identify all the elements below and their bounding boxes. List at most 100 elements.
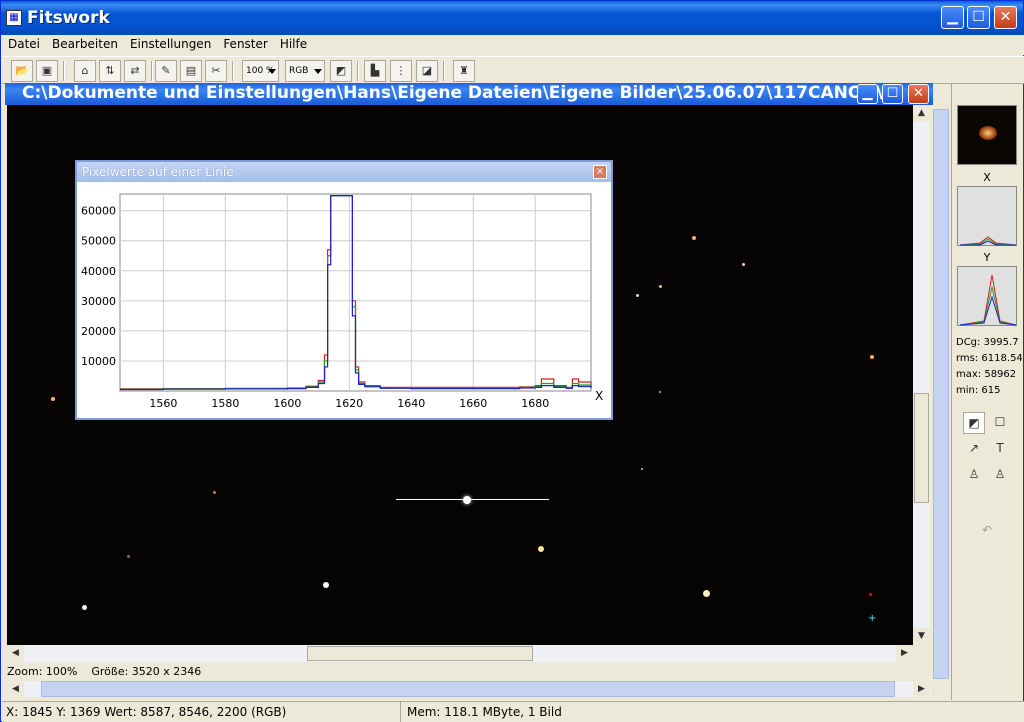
stamp2-tool-icon[interactable]: ♙ — [989, 464, 1011, 486]
stack-icon[interactable]: ⌂ — [74, 60, 96, 82]
x-tick-label: 1640 — [397, 397, 425, 410]
image-window-title-bar[interactable]: C:\Dokumente und Einstellungen\Hans\Eige… — [5, 83, 933, 105]
x-tick-label: 1660 — [459, 397, 487, 410]
star — [641, 468, 643, 470]
minimize-button[interactable]: ▁ — [941, 6, 964, 29]
crosshair-icon: + — [868, 613, 877, 624]
x-tick-label: 1600 — [273, 397, 301, 410]
scroll-left-icon[interactable]: ◀ — [7, 645, 24, 662]
star — [213, 491, 216, 494]
vertical-scroll-thumb[interactable] — [914, 393, 929, 503]
zoom-readout: Zoom: 100% — [7, 665, 78, 678]
scroll-right-icon[interactable]: ▶ — [896, 645, 913, 662]
channel-select[interactable]: RGB — [285, 60, 325, 82]
status-bar: X: 1845 Y: 1369 Wert: 8587, 8546, 2200 (… — [2, 701, 1024, 722]
outer-scroll-left-icon[interactable]: ◀ — [7, 681, 24, 697]
histogram-icon[interactable]: ▙ — [364, 60, 386, 82]
save-icon[interactable]: ▣ — [36, 60, 58, 82]
max-value: max: 58962 — [956, 369, 1017, 380]
star — [869, 593, 872, 596]
tool-icon[interactable]: ♜ — [453, 60, 475, 82]
window-title: Fitswork — [27, 8, 110, 28]
memory-readout: Mem: 118.1 MByte, 1 Bild — [400, 702, 568, 722]
y-tick-label: 20000 — [81, 325, 116, 338]
y-tick-label: 10000 — [81, 355, 116, 368]
open-icon[interactable]: 📂 — [11, 60, 33, 82]
analysis-panel: X Y DCg: 3995.7 rms: 6118.54 max: 58962 … — [951, 84, 1023, 700]
close-button[interactable]: ✕ — [994, 6, 1017, 29]
scroll-down-icon[interactable]: ▼ — [913, 628, 930, 645]
x-marker-label: X — [595, 389, 603, 403]
color-icon[interactable]: ◩ — [330, 60, 352, 82]
cut-icon[interactable]: ✂ — [205, 60, 227, 82]
arrow-tool-icon[interactable]: ↗ — [963, 438, 985, 460]
star — [538, 546, 544, 552]
x-tick-label: 1620 — [335, 397, 363, 410]
star — [742, 263, 745, 266]
convert-icon[interactable]: ⇄ — [124, 60, 146, 82]
rectangle-tool-icon[interactable]: ☐ — [989, 412, 1011, 434]
star — [659, 285, 662, 288]
y-tick-label: 60000 — [81, 205, 116, 218]
star-preview — [957, 105, 1017, 165]
title-bar[interactable]: ▦ Fitswork ▁ ☐ ✕ — [1, 1, 1023, 35]
dcg-value: DCg: 3995.7 — [956, 337, 1019, 348]
profile-line[interactable] — [396, 499, 549, 500]
menu-einstellungen[interactable]: Einstellungen — [124, 35, 217, 53]
undo-icon[interactable]: ↶ — [976, 520, 998, 542]
stamp-tool-icon[interactable]: ♙ — [963, 464, 985, 486]
batch-icon[interactable]: ⇅ — [99, 60, 121, 82]
pixel-profile-chart: 1560 1580 1600 1620 1640 1660 1680 10000 20000 30… — [81, 193, 603, 410]
horizontal-scrollbar[interactable]: ◀ ▶ — [7, 645, 913, 662]
cursor-readout: X: 1845 Y: 1369 Wert: 8587, 8546, 2200 (… — [6, 705, 287, 719]
star — [636, 294, 639, 297]
star — [463, 496, 471, 504]
child-close-button[interactable]: ✕ — [908, 84, 929, 104]
vertical-scrollbar[interactable]: ▲ ▼ — [913, 105, 930, 645]
channel-value: RGB — [289, 66, 309, 76]
x-profile-label: X — [983, 171, 991, 184]
outer-vertical-scrollbar[interactable] — [933, 109, 949, 679]
toolbar: 📂 ▣ ⌂ ⇅ ⇄ ✎ ▤ ✂ 100 % RGB ◩ ▙ ⋮ ◪ ♜ — [2, 56, 1024, 84]
scroll-up-icon[interactable]: ▲ — [913, 105, 930, 122]
graph-icon[interactable]: ◪ — [416, 60, 438, 82]
x-tick-label: 1560 — [149, 397, 177, 410]
menu-datei[interactable]: Datei — [2, 35, 46, 53]
image-window-title: C:\Dokumente und Einstellungen\Hans\Eige… — [22, 83, 903, 103]
y-tick-label: 50000 — [81, 235, 116, 248]
y-profile-label: Y — [983, 251, 991, 264]
maximize-button[interactable]: ☐ — [967, 6, 990, 29]
x-tick-label: 1680 — [521, 397, 549, 410]
outer-vertical-thumb[interactable] — [933, 109, 949, 679]
text-tool-icon[interactable]: T — [989, 438, 1011, 460]
levels-icon[interactable]: ⋮ — [390, 60, 412, 82]
menu-hilfe[interactable]: Hilfe — [274, 35, 313, 53]
star — [659, 391, 661, 393]
size-readout: Größe: 3520 x 2346 — [91, 665, 202, 678]
dialog-close-icon[interactable]: × — [593, 165, 607, 179]
y-tick-label: 40000 — [81, 265, 116, 278]
graph-tool-icon[interactable]: ◩ — [963, 412, 985, 434]
star-blob — [979, 126, 997, 140]
paste-icon[interactable]: ▤ — [180, 60, 202, 82]
child-minimize-button[interactable]: ▁ — [857, 84, 878, 104]
dialog-title-bar[interactable]: Pixelwerte auf einer Linie × — [77, 162, 611, 182]
pixel-profile-dialog: Pixelwerte auf einer Linie × 1560 1580 160… — [75, 160, 613, 420]
outer-scroll-right-icon[interactable]: ▶ — [913, 681, 930, 697]
outer-horizontal-thumb[interactable] — [41, 681, 895, 697]
edit-icon[interactable]: ✎ — [155, 60, 177, 82]
main-window: ▦ Fitswork ▁ ☐ ✕ Datei Bearbeiten Einstell… — [0, 0, 1024, 722]
zoom-select[interactable]: 100 % — [242, 60, 279, 82]
child-maximize-button[interactable]: ☐ — [882, 84, 903, 104]
dialog-title: Pixelwerte auf einer Linie — [82, 165, 234, 179]
y-profile-graph — [957, 266, 1017, 326]
menu-fenster[interactable]: Fenster — [217, 35, 274, 53]
star — [51, 397, 55, 401]
outer-horizontal-scrollbar[interactable]: ◀ ▶ — [7, 681, 931, 697]
rms-value: rms: 6118.54 — [956, 353, 1023, 364]
horizontal-scroll-thumb[interactable] — [307, 646, 533, 661]
fits-app-icon: ▦ — [6, 10, 22, 26]
star — [127, 555, 130, 558]
menu-bearbeiten[interactable]: Bearbeiten — [46, 35, 124, 53]
y-tick-label: 30000 — [81, 295, 116, 308]
